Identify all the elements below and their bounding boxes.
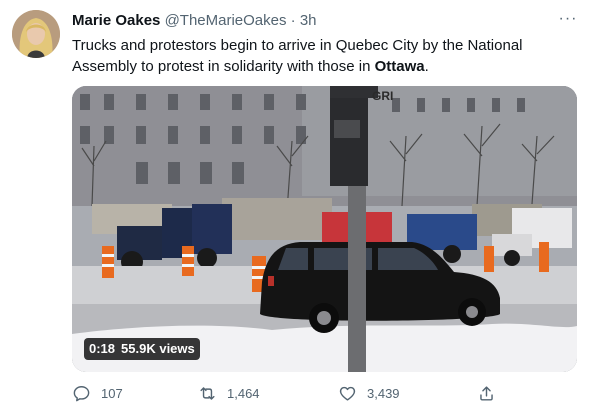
share-icon bbox=[480, 385, 493, 401]
tweet-header: Marie Oakes @TheMarieOakes · 3h bbox=[72, 12, 317, 30]
reply-button[interactable]: 107 bbox=[72, 380, 123, 406]
retweet-button[interactable]: 1,464 bbox=[198, 380, 260, 406]
author-handle[interactable]: @TheMarieOakes bbox=[165, 12, 287, 29]
avatar[interactable] bbox=[12, 10, 60, 58]
tweet-text-end: . bbox=[424, 58, 429, 75]
more-options-icon[interactable]: ··· bbox=[556, 11, 580, 32]
author-name[interactable]: Marie Oakes bbox=[72, 12, 160, 29]
tweet-text: Trucks and protestors begin to arrive in… bbox=[72, 35, 552, 77]
tweet-actions: 107 1,464 3,439 bbox=[72, 380, 577, 406]
share-button[interactable] bbox=[477, 380, 496, 406]
sign-text: GRI bbox=[372, 89, 393, 103]
like-button[interactable]: 3,439 bbox=[338, 380, 400, 406]
timestamp[interactable]: 3h bbox=[300, 12, 317, 29]
tweet-text-main: Trucks and protestors begin to arrive in… bbox=[72, 37, 523, 75]
video-duration: 0:18 bbox=[89, 341, 116, 356]
video-frame: GRI bbox=[72, 86, 577, 372]
retweet-icon bbox=[200, 386, 215, 400]
video-stats-badge: 0:18 55.9K views bbox=[84, 338, 200, 360]
reply-count: 107 bbox=[101, 385, 123, 401]
heart-icon bbox=[339, 386, 356, 401]
reply-icon bbox=[73, 385, 90, 401]
video-player[interactable]: GRI bbox=[72, 86, 577, 372]
video-views: 55.9K views bbox=[121, 341, 195, 356]
like-count: 3,439 bbox=[367, 385, 400, 401]
avatar-image bbox=[12, 10, 60, 58]
retweet-count: 1,464 bbox=[227, 385, 260, 401]
separator: · bbox=[290, 12, 296, 29]
tweet-text-bold: Ottawa bbox=[374, 58, 425, 75]
